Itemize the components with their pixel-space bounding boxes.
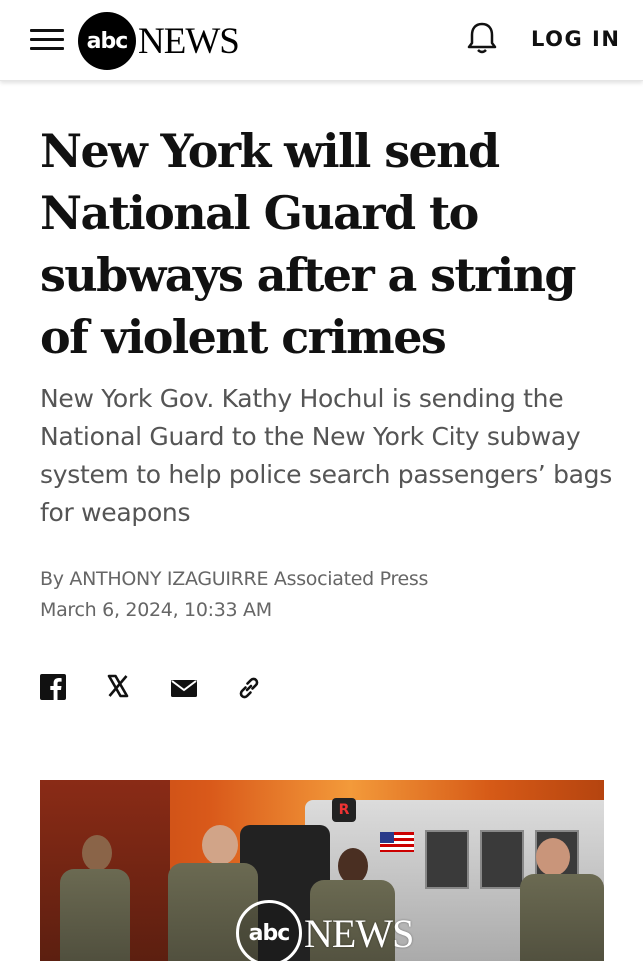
article-subheadline: New York Gov. Kathy Hochul is sending th… [40, 384, 612, 527]
link-icon[interactable] [235, 674, 263, 702]
hero-image[interactable]: R abc NEWS [40, 780, 604, 961]
us-flag [380, 832, 414, 852]
abc-news-logo[interactable]: abc NEWS [78, 12, 240, 70]
x-icon[interactable] [106, 674, 134, 702]
menu-icon[interactable] [30, 27, 64, 53]
login-button[interactable]: LOG IN [531, 27, 620, 51]
article-date: March 6, 2024, 10:33 AM [40, 599, 272, 621]
article-headline: New York will send National Guard to sub… [40, 124, 577, 364]
logo-mark: abc [78, 12, 136, 70]
soldier-figure [520, 838, 604, 961]
email-icon[interactable] [170, 674, 198, 702]
logo-word: NEWS [138, 20, 240, 62]
top-header: abc NEWS LOG IN [0, 0, 643, 81]
watermark-word: NEWS [304, 910, 414, 956]
facebook-icon[interactable] [40, 674, 68, 702]
watermark-mark: abc [236, 900, 302, 961]
soldier-figure [60, 835, 130, 961]
bell-icon[interactable] [465, 20, 499, 56]
route-sign: R [332, 798, 356, 822]
article-byline[interactable]: By ANTHONY IZAGUIRRE Associated Press [40, 568, 428, 590]
abc-news-watermark: abc NEWS [236, 900, 414, 961]
